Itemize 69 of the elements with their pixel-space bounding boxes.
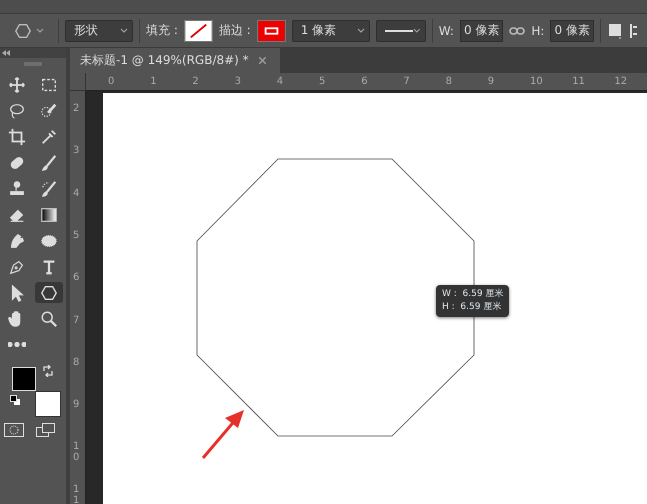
move-icon [8, 76, 26, 94]
more-icon [8, 342, 26, 347]
mode-dropdown[interactable]: 形状 [65, 20, 133, 42]
ruler-label: 2 [192, 76, 199, 87]
hexagon-icon[interactable] [14, 22, 32, 40]
solid-line-icon [384, 28, 414, 32]
ruler-label: 0 [108, 76, 114, 87]
ruler-label: 6 [361, 76, 368, 87]
gradient-icon [40, 206, 58, 224]
ruler-label: 1 [150, 76, 157, 87]
ruler-label: 4 [276, 76, 284, 87]
width-label: W: [438, 24, 454, 38]
width-field[interactable]: 0 像素 [460, 20, 504, 42]
ruler-label: 10 [73, 441, 80, 464]
stroke-label: 描边 : [218, 22, 251, 39]
eyedropper-icon [40, 128, 58, 146]
caret-icon [356, 28, 365, 34]
ruler-label: 10 [530, 76, 543, 87]
brush-icon [40, 154, 58, 172]
height-label: H: [531, 24, 544, 38]
grip-icon[interactable] [24, 62, 42, 66]
ruler-label: 11 [73, 484, 80, 504]
foreground-color-swatch[interactable] [12, 367, 36, 391]
ruler-label: 8 [73, 356, 80, 368]
path-operations-icon[interactable] [606, 22, 623, 40]
caret-icon[interactable] [36, 28, 44, 34]
size-tooltip: W : 6.59 厘米 H : 6.59 厘米 [436, 285, 510, 317]
caret-icon [120, 28, 128, 34]
document-tab[interactable]: 未标题-1 @ 149%(RGB/8#) * [70, 48, 280, 73]
ruler-label: 9 [73, 399, 80, 410]
polygon-tool[interactable] [35, 282, 63, 303]
swap-arrows-icon[interactable] [42, 365, 54, 377]
ruler-label: 3 [234, 76, 241, 87]
ruler-label: 7 [73, 314, 80, 326]
ruler-label: 12 [614, 76, 628, 87]
fill-swatch[interactable] [184, 20, 213, 42]
close-icon[interactable] [258, 57, 266, 64]
crop-icon [8, 128, 26, 146]
height-field[interactable]: 0 像素 [550, 20, 594, 42]
arrow-annotation [202, 410, 244, 459]
ruler-label: 8 [446, 76, 452, 87]
stroke-swatch[interactable] [256, 20, 286, 42]
history-brush-icon [40, 180, 58, 198]
lasso-icon [8, 102, 26, 120]
caret-icon [413, 28, 421, 34]
ruler-label: 7 [403, 76, 410, 87]
collapse-icon[interactable] [2, 50, 10, 56]
link-icon[interactable] [509, 26, 526, 36]
ruler-label: 5 [73, 230, 80, 241]
polygon-icon [40, 284, 58, 302]
stamp-icon [8, 180, 26, 198]
zoom-icon [40, 310, 58, 328]
stroke-width-dropdown[interactable]: 1 像素 [292, 20, 370, 42]
ruler-label: 2 [73, 103, 80, 114]
quick-mask-icon[interactable] [4, 423, 24, 437]
ruler-label: 3 [73, 145, 80, 156]
ruler-label: 5 [319, 76, 326, 87]
ruler-label: 11 [572, 76, 585, 87]
ruler-label: 6 [73, 272, 80, 284]
align-icon[interactable] [628, 22, 637, 40]
quick-select-icon [40, 102, 58, 120]
smudge-icon [8, 232, 26, 250]
ruler-label: 9 [488, 76, 494, 87]
fill-label: 填充 : [146, 22, 178, 39]
default-colors-icon[interactable] [10, 395, 20, 405]
line-style-dropdown[interactable] [376, 20, 426, 42]
screen-mode-icon[interactable] [36, 423, 56, 437]
background-color-swatch[interactable] [35, 391, 61, 417]
ruler-label: 4 [73, 188, 80, 199]
